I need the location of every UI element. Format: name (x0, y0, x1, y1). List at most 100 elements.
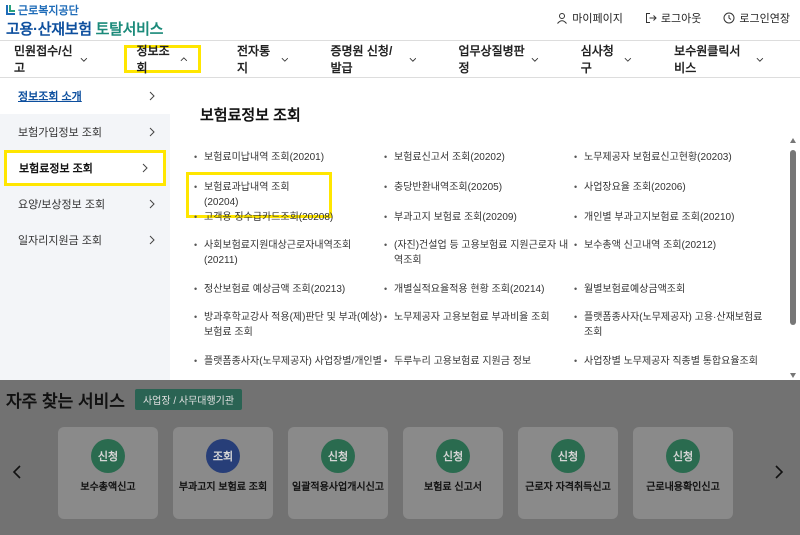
content-scrollbar[interactable] (790, 138, 796, 378)
scroll-up-arrow-icon[interactable] (790, 138, 796, 143)
service-badge: 조회 (206, 439, 240, 473)
menu-link[interactable]: 두루누리 고용보험료 지원금 정보 (384, 354, 574, 380)
chevron-down-icon (531, 57, 539, 62)
chevron-left-icon[interactable] (12, 465, 22, 479)
sidebar-item-label: 요양/보상정보 조회 (18, 199, 106, 211)
nav-label: 증명원 신청/발급 (330, 44, 393, 75)
menu-link[interactable]: (자진)건설업 등 고용보험료 지원근로자 내역조회 (384, 238, 574, 282)
menu-row: 정산보험료 예상금액 조회(20213) 개별실적요율적용 현황 조회(2021… (194, 282, 764, 310)
menu-link[interactable]: 월별보험료예상금액조회 (574, 282, 764, 310)
sidebar-item-intro[interactable]: 정보조회 소개 (0, 78, 170, 114)
menu-link[interactable]: 보수총액 신고내역 조회(20212) (574, 238, 764, 282)
service-label: 보수총액신고 (80, 482, 136, 493)
nav-label: 정보조회 (136, 44, 170, 75)
sidebar-item-job-subsidy[interactable]: 일자리지원금 조회 (0, 222, 170, 258)
service-label: 일괄적용사업개시신고 (292, 482, 384, 493)
service-badge: 신청 (666, 439, 700, 473)
frequent-title: 자주 찾는 서비스 (6, 392, 125, 411)
logo[interactable]: 근로복지공단 고용·산재보험 토탈서비스 (6, 3, 163, 39)
menu-link[interactable]: 플랫폼종사자(노무제공자) 고용·산재보험료 조회 (574, 310, 764, 354)
menu-link[interactable]: 사업장별 노무제공자 직종별 통합요율조회 (574, 354, 764, 380)
frequent-category-tag[interactable]: 사업장 / 사무대행기관 (134, 389, 243, 410)
logout-label: 로그아웃 (660, 13, 702, 25)
sidebar: 정보조회 소개 보험가입정보 조회 보험료정보 조회 요양/보상정보 조회 일자… (0, 78, 170, 380)
service-card[interactable]: 신청 보수총액신고 (58, 427, 158, 519)
menu-grid: 보험료미납내역 조회(20201) 보험료신고서 조회(20202) 노무제공자… (186, 150, 764, 380)
sidebar-item-label: 보험료정보 조회 (19, 163, 93, 175)
chevron-right-icon[interactable] (774, 465, 784, 479)
service-card[interactable]: 신청 일괄적용사업개시신고 (288, 427, 388, 519)
service-card[interactable]: 신청 근로자 자격취득신고 (518, 427, 618, 519)
nav-item-review[interactable]: 심사청구 (575, 44, 638, 75)
menu-link[interactable]: 노무제공자 보험료신고현황(20203) (574, 150, 764, 180)
logout-icon (645, 13, 657, 23)
menu-link[interactable]: 방과후학교강사 적용(제)판단 및 부과(예상)보험료 조회 (194, 310, 384, 354)
nav-item-civil[interactable]: 민원접수/신고 (8, 44, 94, 75)
service-badge: 신청 (321, 439, 355, 473)
nav-label: 민원접수/신고 (14, 44, 73, 75)
service-main: 고용·산재보험 (6, 21, 92, 38)
menu-link[interactable]: 개인별 부과고지보험료 조회(20210) (574, 210, 764, 238)
person-icon (557, 13, 568, 24)
menu-row: 보험료미납내역 조회(20201) 보험료신고서 조회(20202) 노무제공자… (194, 150, 764, 180)
sidebar-item-premium[interactable]: 보험료정보 조회 (4, 150, 166, 186)
top-links: 마이페이지 로그아웃 로그인연장 (556, 10, 790, 26)
page-title: 보험료정보 조회 (200, 107, 301, 124)
service-badge: 신청 (91, 439, 125, 473)
sidebar-item-compensation[interactable]: 요양/보상정보 조회 (0, 186, 170, 222)
scroll-thumb[interactable] (790, 150, 796, 325)
chevron-down-icon (80, 57, 87, 62)
nav-item-disease[interactable]: 업무상질병판정 (452, 44, 544, 75)
extend-login-label: 로그인연장 (739, 13, 790, 25)
main-nav: 민원접수/신고 정보조회 전자통지 증명원 신청/발급 업무상질병판정 심사청구… (0, 40, 800, 78)
nav-item-e-notice[interactable]: 전자통지 (231, 44, 294, 75)
service-badge: 신청 (551, 439, 585, 473)
menu-link[interactable]: 충당반환내역조회(20205) (384, 180, 574, 210)
menu-link[interactable]: 고객용 징수급카드조회(20208) (194, 210, 384, 238)
sidebar-item-label: 보험가입정보 조회 (18, 127, 103, 139)
chevron-right-icon (149, 235, 155, 245)
service-card[interactable]: 신청 근로내용확인신고 (633, 427, 733, 519)
nav-label: 심사청구 (580, 44, 614, 75)
service-label: 근로자 자격취득신고 (525, 482, 611, 493)
nav-item-wage-oneclick[interactable]: 보수원클릭서비스 (668, 44, 770, 75)
nav-label: 업무상질병판정 (458, 44, 525, 75)
menu-link-overpaid[interactable]: 보험료과납내역 조회(20204) (186, 172, 332, 218)
sidebar-item-label: 정보조회 소개 (18, 91, 82, 103)
menu-link[interactable]: 정산보험료 예상금액 조회(20213) (194, 282, 384, 310)
service-label: 부과고지 보험료 조회 (178, 482, 268, 493)
menu-link[interactable]: 사업장요율 조회(20206) (574, 180, 764, 210)
logout-link[interactable]: 로그아웃 (645, 10, 701, 26)
frequent-services: 자주 찾는 서비스 사업장 / 사무대행기관 신청 보수총액신고 조회 부과고지… (0, 380, 800, 535)
org-name: 근로복지공단 (18, 4, 79, 17)
nav-item-info-inquiry[interactable]: 정보조회 (123, 44, 201, 75)
menu-row: 방과후학교강사 적용(제)판단 및 부과(예상)보험료 조회 노무제공자 고용보… (194, 310, 764, 354)
menu-row: 사회보험료지원대상근로자내역조회(20211) (자진)건설업 등 고용보험료 … (194, 238, 764, 282)
menu-link[interactable]: 사회보험료지원대상근로자내역조회(20211) (194, 238, 384, 282)
menu-link[interactable]: 보험료미납내역 조회(20201) (194, 150, 384, 180)
menu-row: 고객용 징수급카드조회(20208) 부과고지 보험료 조회(20209) 개인… (194, 210, 764, 238)
nav-item-certificate[interactable]: 증명원 신청/발급 (324, 44, 422, 75)
sidebar-item-label: 일자리지원금 조회 (18, 235, 103, 247)
chevron-right-icon (149, 199, 155, 209)
frequent-header: 자주 찾는 서비스 사업장 / 사무대행기관 (6, 387, 243, 412)
chevron-right-icon (142, 163, 148, 173)
menu-link[interactable]: 개별실적요율적용 현황 조회(20214) (384, 282, 574, 310)
chevron-down-icon (756, 57, 764, 62)
agency-logo-icon (6, 5, 15, 15)
menu-link[interactable]: 보험료신고서 조회(20202) (384, 150, 574, 180)
service-card[interactable]: 조회 부과고지 보험료 조회 (173, 427, 273, 519)
service-card[interactable]: 신청 보험료 신고서 (403, 427, 503, 519)
mypage-link[interactable]: 마이페이지 (556, 10, 623, 26)
menu-row: 보험료과납내역 조회(20204) 충당반환내역조회(20205) 사업장요율 … (186, 172, 764, 218)
sidebar-item-enrollment[interactable]: 보험가입정보 조회 (0, 114, 170, 150)
menu-link[interactable]: 노무제공자 고용보험료 부과비율 조회 (384, 310, 574, 354)
menu-link[interactable]: 플랫폼종사자(노무제공자) 사업장별/개인별 (194, 354, 384, 380)
service-label: 보험료 신고서 (424, 482, 482, 493)
chevron-down-icon (625, 57, 632, 62)
site-header: 근로복지공단 고용·산재보험 토탈서비스 마이페이지 로그아웃 로그인연장 (0, 0, 800, 40)
extend-login-link[interactable]: 로그인연장 (723, 10, 790, 26)
scroll-down-arrow-icon[interactable] (790, 373, 796, 378)
menu-link[interactable]: 부과고지 보험료 조회(20209) (384, 210, 574, 238)
chevron-right-icon (149, 91, 155, 101)
